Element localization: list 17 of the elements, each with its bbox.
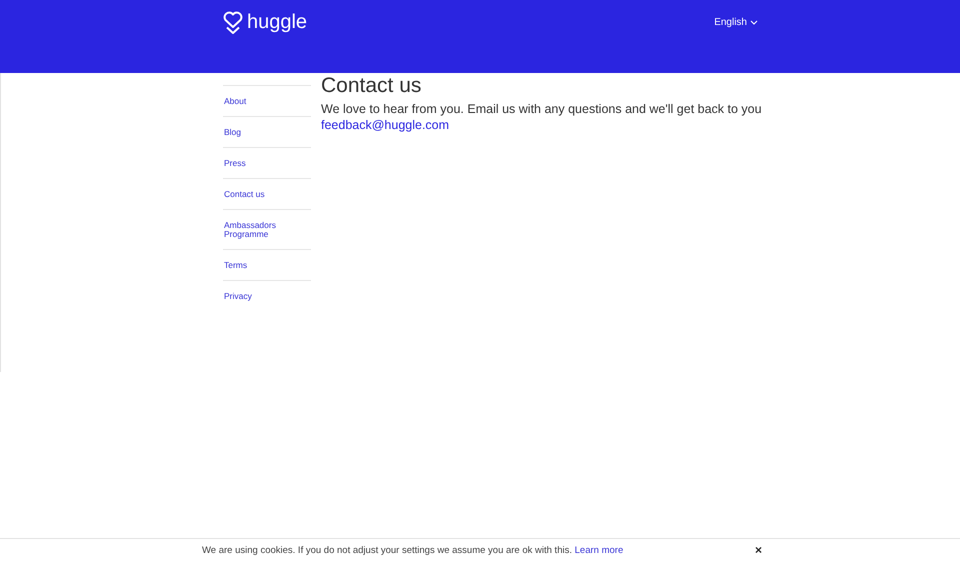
- sidebar-link[interactable]: Press: [223, 147, 311, 178]
- sidebar-link[interactable]: Blog: [223, 116, 311, 147]
- sidebar-link[interactable]: Terms: [223, 249, 311, 280]
- language-selector[interactable]: English: [714, 17, 758, 28]
- page-heading: Contact us: [321, 74, 422, 98]
- logo-text[interactable]: huggle: [247, 10, 308, 34]
- sidebar-link[interactable]: Ambassadors Programme: [223, 209, 311, 249]
- contact-paragraph: We love to hear from you. Email us with any questions and we'll get back to you feedback@huggle.com: [321, 102, 762, 133]
- heart-logo-icon: [223, 10, 243, 34]
- email-link[interactable]: feedback@huggle.com: [321, 118, 450, 132]
- sidebar-link[interactable]: Contact us: [223, 178, 311, 209]
- cookie-notice: We are using cookies. If you do not adjust your settings we assume you are ok with this. Learn more: [202, 544, 624, 556]
- sidebar-link[interactable]: About: [223, 85, 311, 116]
- chevron-down-icon: [750, 20, 758, 25]
- learn-more-link[interactable]: Learn more: [574, 544, 624, 556]
- close-button[interactable]: ×: [752, 544, 764, 556]
- sidebar-link[interactable]: Privacy: [223, 280, 311, 311]
